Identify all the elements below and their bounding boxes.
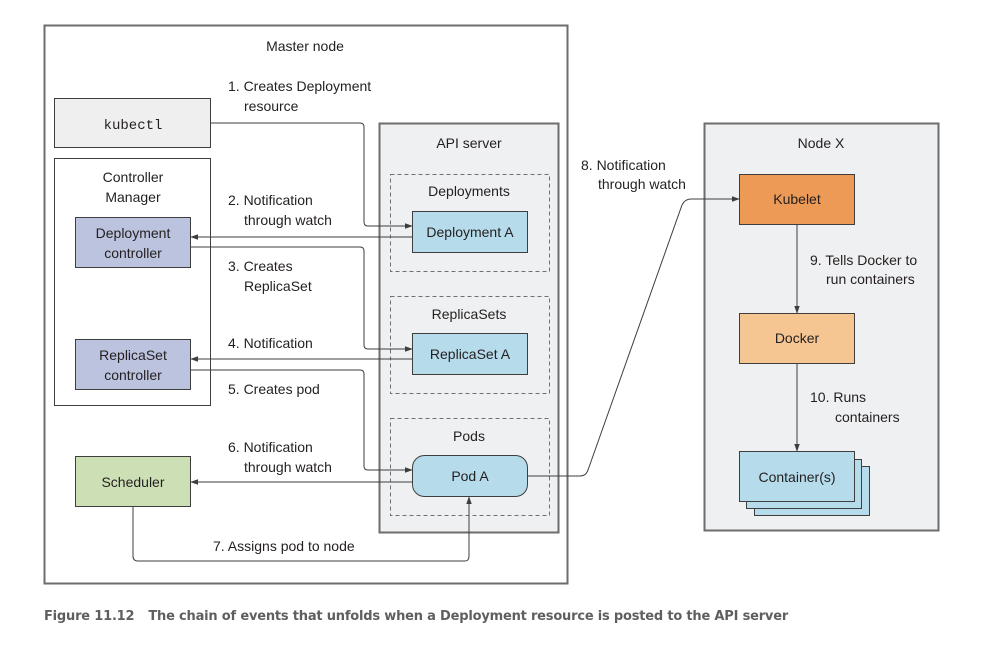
step-3-label-2: ReplicaSet: [244, 278, 312, 294]
scheduler: Scheduler: [75, 456, 191, 507]
step-2-label-1: 2. Notification: [228, 192, 313, 208]
scheduler-label: Scheduler: [101, 474, 164, 490]
step-6-label-1: 6. Notification: [228, 439, 313, 455]
step-10-label-2: containers: [835, 409, 900, 425]
api-server: API server Deployments Deployment A Repl…: [378, 122, 560, 534]
api-server-title: API server: [436, 135, 502, 151]
docker-label: Docker: [775, 330, 820, 346]
step-1-label-1: 1. Creates Deployment: [228, 78, 371, 94]
step-9-label-2: run containers: [826, 271, 915, 287]
kubelet: Kubelet: [739, 174, 855, 225]
figure-caption-text: The chain of events that unfolds when a …: [148, 609, 789, 624]
step-8-label-1: 8. Notification: [581, 157, 666, 173]
step-9-label-1: 9. Tells Docker to: [810, 252, 917, 268]
containers-label: Container(s): [758, 469, 835, 485]
deployment-controller: Deployment controller: [75, 217, 191, 268]
deployment-a-label: Deployment A: [426, 224, 514, 240]
kubectl-box: kubectl: [54, 98, 211, 148]
step-1-label-2: resource: [244, 98, 299, 114]
pod-a-label: Pod A: [451, 468, 489, 484]
step-8-label-2: through watch: [598, 176, 686, 192]
deployment-flow-diagram: Master node kubectl Controller Manager D…: [43, 24, 940, 585]
kubectl-label: kubectl: [104, 118, 163, 134]
step-10-label-1: 10. Runs: [810, 389, 866, 405]
docker: Docker: [739, 313, 855, 364]
node-x-title: Node X: [798, 135, 845, 151]
node-x: Node X Kubelet Docker Container(s): [703, 122, 940, 532]
pods-group-title: Pods: [453, 428, 485, 444]
replicaset-controller-label-2: controller: [104, 367, 162, 383]
step-5-label: 5. Creates pod: [228, 381, 320, 397]
step-7-label: 7. Assigns pod to node: [213, 538, 355, 554]
replicaset-controller-label-1: ReplicaSet: [99, 347, 167, 363]
figure-caption: Figure 11.12 The chain of events that unf…: [44, 609, 788, 624]
controller-manager-title-2: Manager: [105, 189, 161, 205]
containers-stack: Container(s): [739, 451, 870, 516]
step-6-label-2: through watch: [244, 459, 332, 475]
step-2-label-2: through watch: [244, 212, 332, 228]
step-3-label-1: 3. Creates: [228, 258, 293, 274]
replicaset-controller: ReplicaSet controller: [75, 339, 191, 390]
deployment-controller-label-1: Deployment: [96, 225, 171, 241]
deployments-group-title: Deployments: [428, 183, 510, 199]
replicaset-a-label: ReplicaSet A: [430, 346, 511, 362]
deployment-controller-label-2: controller: [104, 245, 162, 261]
master-node-title: Master node: [266, 38, 344, 54]
controller-manager-title-1: Controller: [103, 169, 164, 185]
step-4-label: 4. Notification: [228, 335, 313, 351]
figure-number: Figure 11.12: [44, 609, 135, 624]
replicasets-group-title: ReplicaSets: [432, 306, 507, 322]
kubelet-label: Kubelet: [773, 191, 821, 207]
